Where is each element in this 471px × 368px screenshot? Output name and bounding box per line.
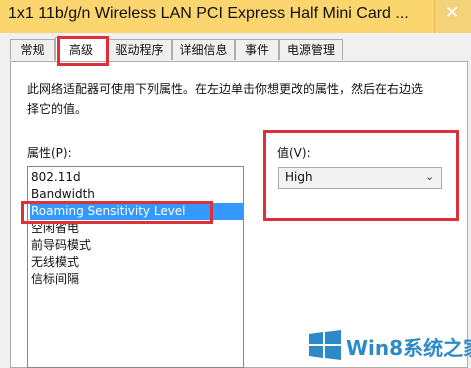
- tab-events[interactable]: 事件: [235, 39, 279, 60]
- watermark-text: Win8系统之家: [346, 336, 471, 360]
- window-title: 1x1 11b/g/n Wireless LAN PCI Express Hal…: [8, 5, 409, 22]
- title-bar: 1x1 11b/g/n Wireless LAN PCI Express Hal…: [0, 0, 471, 33]
- value-highlight-box: [263, 130, 459, 221]
- watermark: Win8系统之家: [308, 327, 471, 363]
- property-item-802-11d[interactable]: 802.11d: [30, 169, 243, 186]
- tab-highlight-box: [57, 36, 109, 66]
- tab-power-management[interactable]: 电源管理: [279, 39, 343, 60]
- close-icon: ✕: [445, 3, 460, 23]
- windows-logo-icon: [309, 330, 341, 360]
- property-item-beacon-interval[interactable]: 信标间隔: [30, 271, 243, 288]
- advanced-description: 此网络适配器可使用下列属性。在左边单击你想更改的属性，然后在右边选择它的值。: [27, 82, 424, 116]
- property-item-preamble-mode[interactable]: 前导码模式: [30, 237, 243, 254]
- property-highlight-box: [21, 201, 213, 224]
- property-label: 属性(P):: [27, 146, 72, 160]
- property-list[interactable]: 802.11d Bandwidth Roaming Sensitivity Le…: [27, 166, 244, 368]
- tab-details[interactable]: 详细信息: [172, 39, 235, 60]
- tab-general[interactable]: 常规: [10, 39, 55, 60]
- tab-driver[interactable]: 驱动程序: [107, 39, 172, 60]
- property-item-wireless-mode[interactable]: 无线模式: [30, 254, 243, 271]
- close-button[interactable]: ✕: [434, 0, 471, 33]
